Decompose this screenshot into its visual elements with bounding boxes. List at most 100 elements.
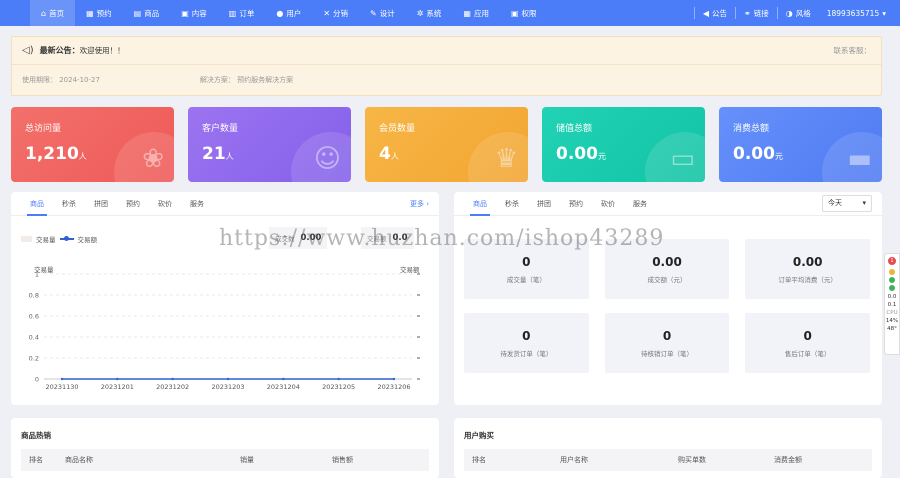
announce-button[interactable]: ◀ 公告 [695, 0, 735, 26]
user-search-icon: ☺ [313, 144, 341, 174]
tab-item[interactable]: 预约 [560, 192, 592, 216]
y-tick-label: 0.4 [29, 334, 39, 342]
stat-box-label: 待发货订单（笔） [500, 349, 553, 358]
tab-item[interactable]: 拼团 [85, 192, 117, 216]
notice-message: 欢迎使用！！ [79, 46, 125, 55]
nav-item-label: 订单 [239, 8, 255, 18]
nav-item[interactable]: ▦ 应用 [452, 0, 500, 26]
stat-label: 消费总额 [733, 124, 770, 134]
x-tick-label: 20231203 [211, 383, 244, 391]
nav-item-label: 商品 [144, 8, 160, 18]
nav-item[interactable]: ✎ 设计 [359, 0, 406, 26]
nav-item[interactable]: ▣ 权限 [500, 0, 548, 26]
more-link[interactable]: 更多 › [410, 199, 429, 209]
nav-item[interactable]: ▣ 内容 [170, 0, 218, 26]
tab-item[interactable]: 商品 [21, 192, 53, 216]
tab-item[interactable]: 拼团 [528, 192, 560, 216]
chart-legend: 交易量 交易额 [21, 234, 97, 244]
tab-item[interactable]: 砍价 [592, 192, 624, 216]
y-tick-label: 1 [35, 271, 39, 279]
stat-box-label: 订单平均消费（元） [778, 275, 837, 284]
style-button[interactable]: ◑ 风格 [778, 0, 819, 26]
chevron-down-icon: ▾ [882, 8, 886, 18]
stat-box-value: 0 [803, 328, 812, 343]
table-header: 排名 商品名称 销量 销售额 [21, 449, 429, 471]
x-tick-label: 20231205 [322, 383, 355, 391]
nav-item-label: 应用 [473, 8, 489, 18]
nav-item[interactable]: ▦ 预约 [75, 0, 123, 26]
x-tick-label: 20231202 [156, 383, 189, 391]
tab-item[interactable]: 秒杀 [496, 192, 528, 216]
series-point [337, 377, 340, 381]
nav-item-label: 系统 [426, 8, 442, 18]
stat-box-label: 成交量（笔） [506, 275, 546, 284]
status-dot [889, 269, 895, 275]
stat-box-value: 0 [522, 328, 531, 343]
series-point [226, 377, 230, 381]
nav-item[interactable]: ▤ 商品 [123, 0, 171, 26]
trade-line-chart: 交易量 交易额00.20.40.60.8120231130 20231201 2023… [29, 265, 420, 391]
link-button[interactable]: ⚭ 链接 [736, 0, 777, 26]
account-menu[interactable]: 18993635715 ▾ [819, 0, 900, 26]
notification-badge: 1 [888, 257, 896, 265]
nav-item[interactable]: ⌂ 首页 [30, 0, 76, 26]
tab-item[interactable]: 砍价 [149, 192, 181, 216]
column-header: 销售额 [332, 456, 353, 464]
apps-icon: ▦ [463, 8, 471, 18]
stat-label: 储值总额 [556, 124, 593, 134]
nav-item-label: 用户 [286, 8, 302, 18]
status-dot [889, 277, 895, 283]
legend-line-label[interactable]: 交易额 [78, 234, 98, 244]
design-icon: ✎ [370, 8, 377, 18]
stat-box: 0 售后订单（笔） [745, 313, 870, 373]
legend-bar-label[interactable]: 交易量 [36, 234, 56, 244]
column-header: 购买单数 [678, 456, 706, 464]
nav-item-label: 权限 [521, 8, 537, 18]
trade-chart-panel: 商品 秒杀 拼团 预约 砍价 服务 更多 › 交易量 交易额 成交数 0.00 交易额 0.0 … [11, 192, 439, 405]
speaker-icon: ◁) [22, 45, 34, 56]
series-point [392, 377, 396, 381]
date-range-select[interactable]: 今天 [822, 195, 872, 212]
tab-item[interactable]: 预约 [117, 192, 149, 216]
stat-card: 消费总额 0.00元 ▬ [719, 107, 882, 182]
home-icon: ⌂ [41, 8, 47, 18]
nav-item-label: 首页 [49, 8, 65, 18]
tab-item[interactable]: 服务 [624, 192, 656, 216]
contact-service-link[interactable]: 联系客服： [834, 45, 872, 56]
hot-goods-panel: 商品热销 排名 商品名称 销量 销售额 [11, 418, 439, 478]
stat-box-value: 0 [662, 328, 672, 343]
stat-box-label: 待核销订单（笔） [640, 349, 693, 358]
solution-info: 解决方案： 预约服务解决方案 [199, 76, 294, 84]
y-tick-label: 0 [35, 376, 39, 384]
share-icon: ✕ [323, 8, 331, 18]
series-point [60, 377, 64, 381]
shop-icon: ▤ [133, 8, 142, 18]
system-monitor-widget[interactable]: 1 0.0 0.1 CPU 14% 48° [884, 253, 900, 355]
series-point [171, 377, 174, 381]
tab-item[interactable]: 商品 [464, 192, 496, 216]
expire-date: 使用期限： 2024-10-27 [22, 76, 100, 84]
legend-line-swatch [59, 236, 74, 241]
stat-label: 客户数量 [202, 124, 239, 134]
x-tick-label: 20231201 [101, 383, 134, 391]
column-header: 排名 [29, 456, 43, 464]
link-icon: ⚭ [744, 8, 751, 18]
nav-item[interactable]: ✕ 分销 [312, 0, 359, 26]
top-nav: ⌂ 首页 ▦ 预约 ▤ 商品 ▣ 内容 ▥ 订单 ● 用户 ✕ 分销 ✎ 设计 ✲ 系统 ▦ 应用 ▣ 权限 ◀ 公告 ⚭ 链… [0, 0, 900, 26]
x-tick-label: 20231204 [267, 383, 300, 391]
nav-item[interactable]: ▥ 订单 [218, 0, 266, 26]
stat-card: 会员数量 4人 ♛ [365, 107, 528, 182]
tab-item[interactable]: 秒杀 [53, 192, 85, 216]
stat-label: 会员数量 [379, 124, 416, 134]
stat-box-value: 0.00 [652, 254, 682, 269]
series-point [116, 377, 119, 381]
stat-box: 0.00 订单平均消费（元） [745, 239, 870, 299]
tab-item[interactable]: 服务 [181, 192, 213, 216]
stat-card: 总访问量 1,210人 ❀ [11, 107, 174, 182]
stat-box-value: 0.00 [792, 254, 823, 269]
order-icon: ▥ [228, 8, 237, 18]
y-tick-label: 0.2 [29, 355, 39, 363]
nav-item[interactable]: ● 用户 [265, 0, 312, 26]
palette-icon: ◑ [785, 8, 793, 18]
nav-item[interactable]: ✲ 系统 [406, 0, 453, 26]
